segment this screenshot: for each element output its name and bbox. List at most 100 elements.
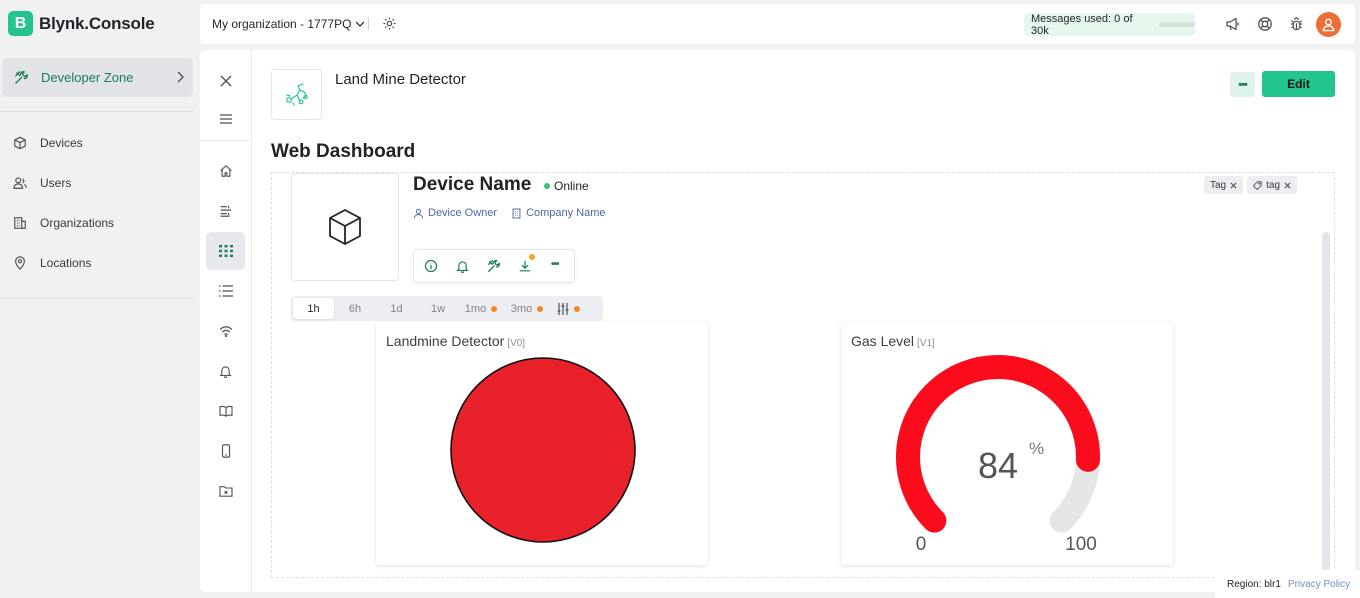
gauge-min: 0 (916, 534, 927, 555)
sidebar-divider (0, 298, 193, 299)
premium-dot (491, 305, 498, 312)
sidebar-item-label: Users (40, 176, 72, 190)
gauge-widget[interactable]: Gas Level [V1] 84 % 0 100 (841, 322, 1173, 565)
tag-chip[interactable]: tag (1247, 176, 1298, 194)
status-badge: Online (544, 179, 589, 193)
megaphone-icon[interactable] (1225, 16, 1241, 32)
time-range-1w[interactable]: 1w (417, 298, 459, 319)
time-range-1h[interactable]: 1h (293, 298, 334, 319)
gauge-unit: % (1029, 439, 1044, 458)
book-icon[interactable] (206, 392, 245, 430)
wrench-icon[interactable] (487, 259, 501, 273)
tag-list: Tag tag (1204, 176, 1298, 194)
organization-name: My organization - 1777PQ (212, 17, 352, 31)
gear-icon[interactable] (382, 16, 397, 31)
building-icon (511, 208, 522, 219)
page-title: Web Dashboard (271, 141, 416, 162)
device-owner-link[interactable]: Device Owner (428, 207, 497, 219)
sidebar-item-locations[interactable]: Locations (13, 256, 91, 270)
messages-progress-bar (1158, 22, 1195, 27)
messages-usage[interactable]: Messages used: 0 of 30k (1024, 13, 1195, 37)
sidebar-item-users[interactable]: Users (13, 176, 71, 190)
download-icon[interactable] (518, 259, 532, 273)
brand[interactable]: B Blynk.Console (8, 11, 155, 36)
sidebar-divider (0, 111, 193, 112)
company-name-link[interactable]: Company Name (526, 207, 605, 219)
user-icon (1322, 18, 1335, 32)
mobile-phone-icon[interactable] (206, 432, 245, 470)
device-owner-row: Device Owner Company Name (413, 207, 606, 219)
organization-switcher[interactable]: My organization - 1777PQ (212, 17, 365, 31)
gauge-dial: 84 % 0 100 (896, 355, 1100, 555)
folder-star-icon[interactable] (206, 472, 245, 510)
bell-icon[interactable] (206, 352, 245, 390)
sidebar-item-organizations[interactable]: Organizations (13, 216, 114, 230)
tag-icon (1253, 180, 1262, 190)
status-label: Online (554, 179, 589, 193)
gauge-fill (896, 355, 1100, 533)
wifi-icon[interactable] (206, 312, 245, 350)
time-range-6h[interactable]: 6h (334, 298, 376, 319)
sidebar-item-devices[interactable]: Devices (13, 136, 83, 150)
header-divider (368, 17, 369, 30)
datastreams-icon[interactable] (206, 192, 245, 230)
user-avatar[interactable] (1316, 12, 1341, 37)
person-icon (413, 208, 424, 219)
close-icon[interactable] (206, 62, 245, 100)
privacy-policy-link[interactable]: Privacy Policy (1288, 579, 1350, 590)
tag-chip[interactable]: Tag (1204, 176, 1244, 194)
footer: Region: blr1 Privacy Policy (1215, 570, 1360, 598)
users-icon (13, 176, 27, 190)
tag-label: tag (1266, 179, 1281, 191)
gauge-value: 84 (978, 445, 1018, 486)
tag-label: Tag (1210, 179, 1227, 191)
bell-icon[interactable] (456, 259, 469, 273)
more-options-icon[interactable]: ••• (551, 259, 559, 270)
bug-icon[interactable] (1289, 16, 1304, 32)
more-options-button[interactable]: ••• (1230, 72, 1255, 97)
location-pin-icon (13, 256, 27, 270)
premium-dot (537, 305, 544, 312)
info-icon[interactable] (424, 259, 438, 273)
time-range-3mo[interactable]: 3mo (503, 298, 551, 319)
led-widget[interactable]: Landmine Detector [V0] (376, 322, 708, 565)
developer-zone-button[interactable]: Developer Zone (2, 58, 193, 97)
notification-dot (529, 254, 535, 260)
brand-logo-icon: B (8, 11, 33, 36)
menu-icon[interactable] (206, 100, 245, 138)
sidebar-item-label: Organizations (40, 216, 115, 230)
widget-pin: [V0] (507, 338, 526, 349)
help-lifebuoy-icon[interactable] (1257, 16, 1273, 32)
time-range-1mo[interactable]: 1mo (459, 298, 503, 319)
rail-divider (200, 140, 252, 141)
template-name: Land Mine Detector (335, 71, 466, 88)
time-range-1d[interactable]: 1d (376, 298, 417, 319)
device-actions-bar: ••• (413, 249, 575, 283)
scrollbar[interactable] (1322, 232, 1330, 572)
led-indicator (450, 357, 636, 543)
device-name: Device Name (413, 174, 532, 195)
sidebar: B Blynk.Console Developer Zone Devices U… (0, 0, 200, 598)
edit-button[interactable]: Edit (1262, 71, 1335, 97)
sidebar-item-label: Locations (40, 256, 92, 270)
landmine-template-icon (285, 82, 308, 106)
premium-dot (573, 305, 580, 312)
cube-icon (13, 136, 27, 150)
wrench-icon (14, 70, 29, 85)
brand-name: Blynk.Console (39, 13, 155, 33)
sliders-icon (557, 302, 569, 315)
region-label: Region: blr1 (1227, 578, 1281, 590)
template-thumbnail[interactable] (271, 69, 322, 120)
close-icon[interactable] (1230, 181, 1237, 189)
time-range-selector: 1h 6h 1d 1w 1mo 3mo (291, 296, 603, 321)
template-nav-rail (200, 50, 252, 592)
chevron-right-icon (175, 70, 185, 84)
top-bar: My organization - 1777PQ Messages used: … (200, 4, 1355, 44)
home-icon[interactable] (206, 152, 245, 190)
list-icon[interactable] (206, 272, 245, 310)
web-dashboard-grid-icon[interactable] (206, 232, 245, 270)
close-icon[interactable] (1284, 181, 1291, 189)
chevron-down-icon (355, 20, 365, 28)
custom-range-button[interactable] (551, 298, 585, 319)
main-panel: Land Mine Detector ••• Edit Web Dashboar… (200, 50, 1355, 592)
